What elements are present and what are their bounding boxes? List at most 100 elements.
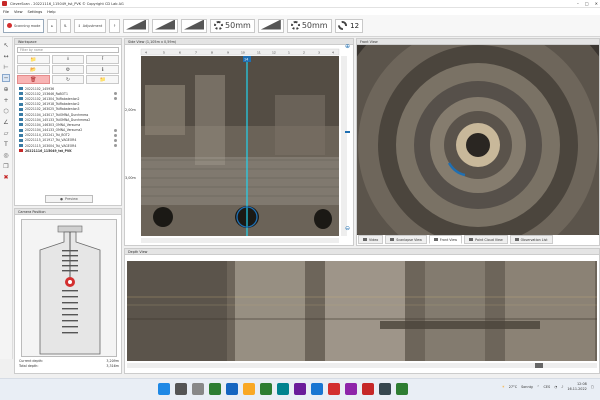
menu-file[interactable]: File <box>3 10 9 14</box>
menu-bar: File View Settings Help <box>0 8 600 15</box>
copy-tool-icon[interactable]: ❐ <box>2 162 10 170</box>
front-view-canvas[interactable] <box>357 45 599 235</box>
workspace-button-row-1: 📁 ⭳ ⭱ <box>17 55 120 64</box>
chevron-up-icon[interactable]: ⌃ <box>537 385 540 389</box>
zoom-tool-icon[interactable]: ⊕ <box>2 85 10 93</box>
depth-view-canvas[interactable] <box>125 255 599 371</box>
zoom-in-icon[interactable]: ⊕ <box>345 43 350 50</box>
scanning-mode-button[interactable]: Scanning mode <box>3 18 45 33</box>
total-depth-value: 3,316m <box>106 364 119 368</box>
horizontal-scrollbar <box>141 238 339 243</box>
menu-help[interactable]: Help <box>47 10 55 14</box>
tool-c-button[interactable]: ↑ <box>109 18 121 33</box>
folder-icon <box>19 107 23 111</box>
refresh-button[interactable]: ↻ <box>51 75 85 84</box>
view-tabs: Video Scanlapse View Front View Point Cl… <box>358 235 553 244</box>
open-button[interactable]: 📂 <box>17 65 50 74</box>
close-button[interactable]: ✕ <box>595 1 598 6</box>
speed-ramp-4-icon[interactable] <box>257 18 284 33</box>
speed-ramp-2-icon[interactable] <box>152 18 179 33</box>
menu-settings[interactable]: Settings <box>28 10 43 14</box>
borehole-schematic <box>39 225 101 355</box>
search-icon[interactable] <box>175 383 187 395</box>
tab-video[interactable]: Video <box>358 235 384 244</box>
delete-button[interactable]: 🗑 <box>17 75 50 84</box>
tab-front-view[interactable]: Front View <box>428 235 463 244</box>
new-folder-button[interactable]: 📁 <box>17 55 50 64</box>
temperature: 27°C <box>508 384 518 389</box>
taskbar-apps <box>158 383 408 395</box>
ruler-tick: 4 <box>145 51 147 55</box>
language-indicator[interactable]: CES <box>544 385 551 389</box>
list-item[interactable]: 20221116_115049_tst_PVK <box>17 148 119 153</box>
task-view-icon[interactable] <box>192 383 204 395</box>
app-icon-2[interactable] <box>345 383 357 395</box>
speed-ramp-1-icon[interactable] <box>123 18 150 33</box>
ruler-tick: 9 <box>227 51 229 55</box>
notification-icon[interactable]: ▢ <box>591 385 594 389</box>
maximize-button[interactable]: □ <box>585 1 589 6</box>
wheel-icon <box>290 21 300 30</box>
area-tool-icon[interactable]: ▱ <box>2 129 10 137</box>
chrome-icon[interactable] <box>209 383 221 395</box>
app-icon-3[interactable] <box>362 383 374 395</box>
wifi-icon[interactable]: ◔ <box>554 385 557 389</box>
adjustment-button[interactable]: ↕ Adjustment <box>73 18 107 33</box>
cursor-tool-icon[interactable]: ↖ <box>2 41 10 49</box>
settings-button[interactable]: ⚙ <box>51 65 85 74</box>
tab-scanlapse[interactable]: Scanlapse View <box>385 235 427 244</box>
app-icon-4[interactable] <box>379 383 391 395</box>
scroll-marker-icon[interactable] <box>345 131 350 133</box>
angle-tool-icon[interactable]: ∠ <box>2 118 10 126</box>
preview-button[interactable]: ● Preview <box>45 195 93 203</box>
ruler-tool-icon[interactable]: ⊢ <box>2 63 10 71</box>
line-tool-icon[interactable]: ─ <box>2 74 10 82</box>
ruler-tick: 3 <box>318 51 320 55</box>
tab-observation-list[interactable]: Observation List <box>509 235 553 244</box>
side-view-canvas[interactable]: 4 5 6 7 8 9 10 11 12 1 2 3 4 14 2,00m 3,… <box>125 45 353 245</box>
ruler-tick: 11 <box>257 51 261 55</box>
tool-a-button[interactable]: ▸ <box>47 18 58 33</box>
text-tool-icon[interactable]: T <box>2 140 10 148</box>
clock[interactable]: 12:08 16.11.2022 <box>567 382 586 391</box>
excel-icon[interactable] <box>260 383 272 395</box>
system-tray: ☀ 27°C Sonnig ⌃ CES ◔ ♪ 12:08 16.11.2022… <box>502 382 594 391</box>
workspace-button-row-2: 📂 ⚙ ℹ <box>17 65 120 74</box>
polygon-tool-icon[interactable]: ⬡ <box>2 107 10 115</box>
distance-box-1[interactable]: 50mm <box>210 18 255 33</box>
edge-icon[interactable] <box>277 383 289 395</box>
total-depth-label: Total depth: <box>19 364 39 368</box>
workspace-panel: Workspace Filter by name 📁 ⭳ ⭱ 📂 ⚙ ℹ 🗑 ↻… <box>14 38 122 206</box>
crosshair-tool-icon[interactable]: + <box>2 96 10 104</box>
folder-button[interactable]: 📁 <box>86 75 120 84</box>
distance-box-2[interactable]: 50mm <box>286 18 332 33</box>
minimize-button[interactable]: – <box>577 1 579 6</box>
position-marker: 14 <box>244 58 248 62</box>
zoom-out-icon[interactable]: ⊖ <box>345 225 350 232</box>
import-button[interactable]: ⭳ <box>51 55 85 64</box>
menu-view[interactable]: View <box>14 10 23 14</box>
app-icon-5[interactable] <box>396 383 408 395</box>
tool-b-button[interactable]: ⇅ <box>60 18 71 33</box>
start-icon[interactable] <box>158 383 170 395</box>
explorer-icon[interactable] <box>243 383 255 395</box>
speed-ramp-3-icon[interactable] <box>181 18 208 33</box>
camera-position-view[interactable] <box>21 219 117 357</box>
weather-icon: ☀ <box>501 384 505 389</box>
info-button[interactable]: ℹ <box>86 65 120 74</box>
volume-icon[interactable]: ♪ <box>561 385 563 389</box>
teams-icon[interactable] <box>294 383 306 395</box>
word-icon[interactable] <box>226 383 238 395</box>
tab-point-cloud[interactable]: Point Cloud View <box>464 235 508 244</box>
export-button[interactable]: ⭱ <box>86 55 120 64</box>
gear-icon <box>338 21 348 30</box>
cleverscan-app-icon[interactable] <box>328 383 340 395</box>
mark-tool-icon[interactable]: ◎ <box>2 151 10 159</box>
depth-readouts: Current depth: 3,209m Total depth: 3,316m <box>19 359 119 369</box>
delete-tool-icon[interactable]: ✖ <box>2 173 10 181</box>
workspace-filter-input[interactable]: Filter by name <box>17 47 119 53</box>
status-icon <box>114 128 117 132</box>
counter-box[interactable]: 12 <box>334 18 363 33</box>
outlook-icon[interactable] <box>311 383 323 395</box>
measure-tool-icon[interactable]: ↔ <box>2 52 10 60</box>
